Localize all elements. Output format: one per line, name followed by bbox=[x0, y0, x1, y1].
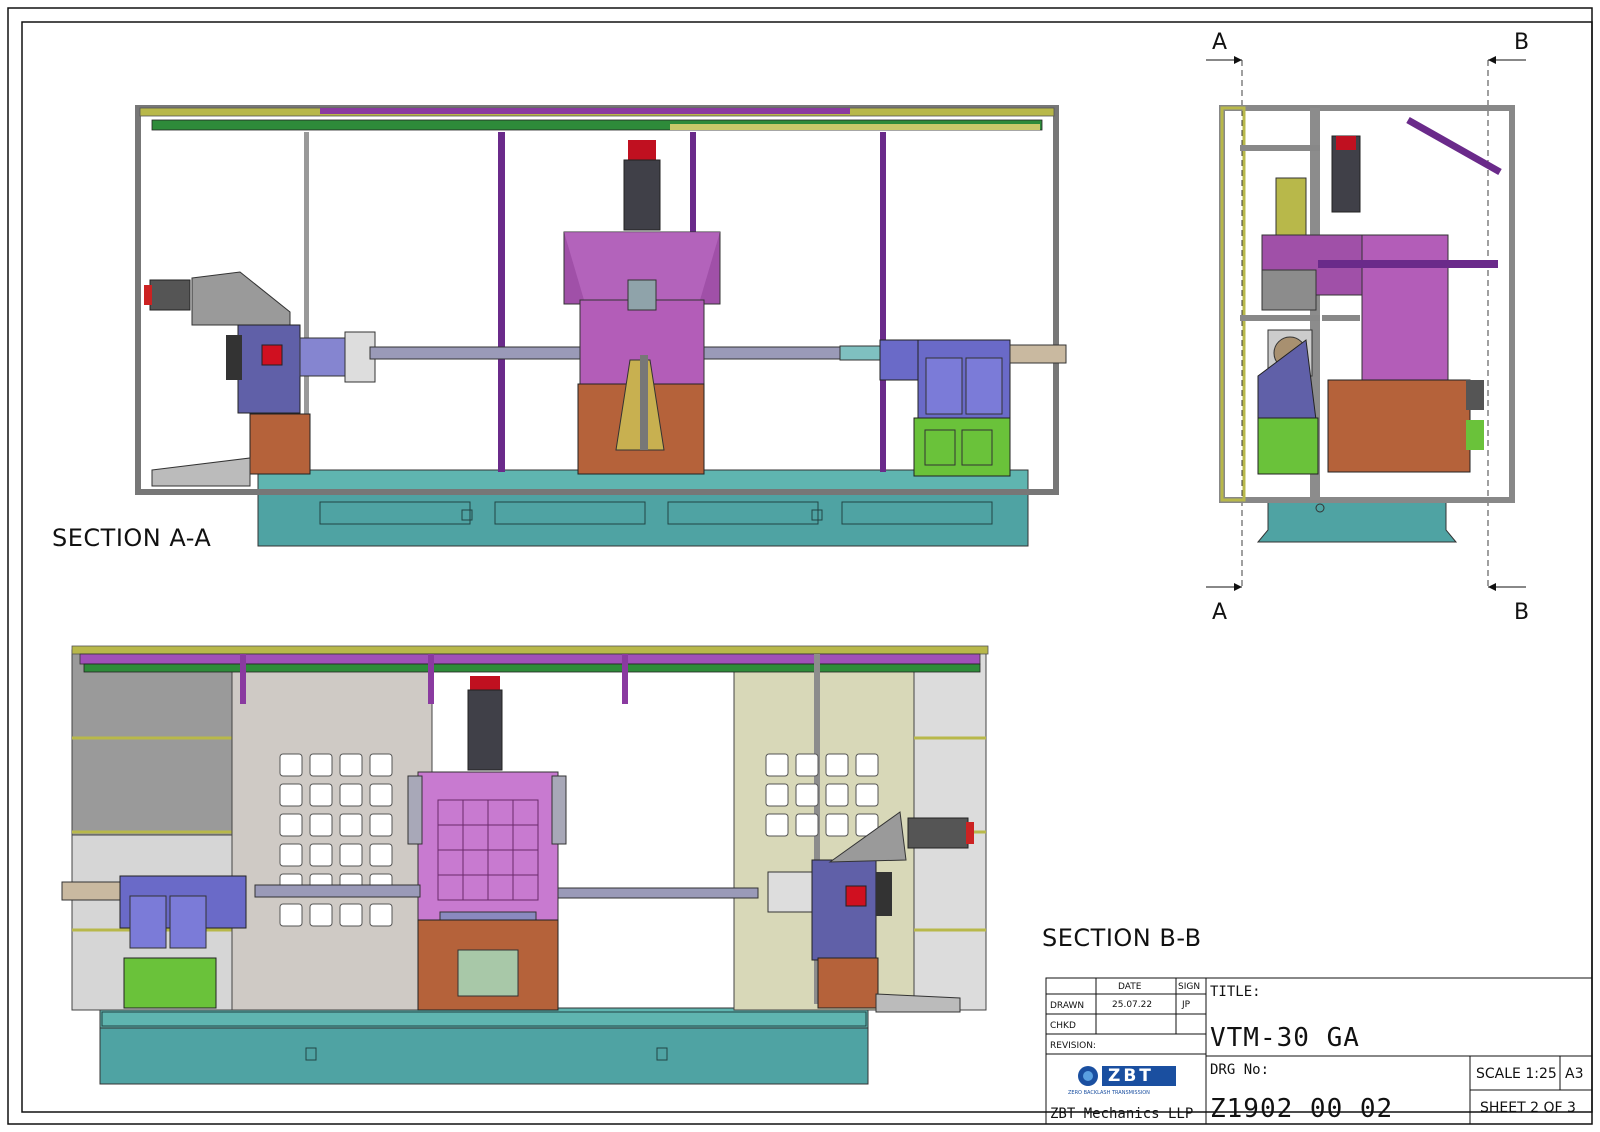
drawn-date: 25.07.22 bbox=[1112, 1000, 1153, 1010]
logo-text: ZBT bbox=[1108, 1066, 1154, 1086]
drg-label: DRG No: bbox=[1210, 1062, 1270, 1078]
drawn-sign: JP bbox=[1182, 1000, 1191, 1010]
section-a-a-label: SECTION A-A bbox=[52, 524, 212, 552]
section-a-a-view bbox=[135, 105, 1067, 547]
cut-marker-a-bottom: A bbox=[1212, 600, 1228, 625]
side-view bbox=[1206, 56, 1526, 591]
cut-marker-b-top: B bbox=[1514, 30, 1530, 55]
section-b-b-view bbox=[61, 645, 989, 1085]
cut-marker-a-top: A bbox=[1212, 30, 1228, 55]
sheet-number: SHEET 2 OF 3 bbox=[1480, 1100, 1576, 1116]
drawing-sheet bbox=[7, 7, 1593, 1125]
logo-tagline: ZERO BACKLASH TRANSMISSION bbox=[1068, 1090, 1150, 1096]
checked-label: CHKD bbox=[1050, 1021, 1076, 1031]
scale-label: SCALE 1:25 bbox=[1476, 1066, 1557, 1082]
sign-header: SIGN bbox=[1178, 982, 1201, 992]
cut-marker-b-bottom: B bbox=[1514, 600, 1530, 625]
revision-label: REVISION: bbox=[1050, 1041, 1096, 1051]
title-value: VTM-30 GA bbox=[1210, 1023, 1360, 1053]
section-b-b-label: SECTION B-B bbox=[1042, 924, 1202, 952]
drawn-label: DRAWN bbox=[1050, 1001, 1085, 1011]
date-header: DATE bbox=[1118, 982, 1142, 992]
drg-value: Z1902 00 02 bbox=[1210, 1094, 1394, 1124]
paper-size: A3 bbox=[1565, 1066, 1584, 1082]
company-name: ZBT Mechanics LLP bbox=[1050, 1106, 1194, 1122]
title-label: TITLE: bbox=[1210, 984, 1261, 1000]
